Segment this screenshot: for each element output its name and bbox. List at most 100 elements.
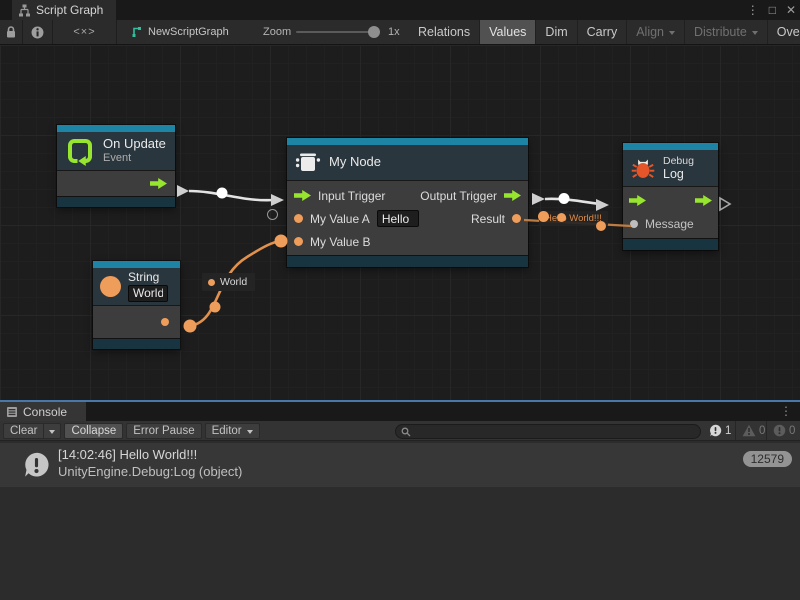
wire-value-text: World (220, 276, 247, 288)
unity-visual-scripting-window: Script Graph ⋮ □ ✕ <×> (0, 0, 800, 600)
node-footer (287, 255, 528, 267)
tab-script-graph[interactable]: Script Graph (12, 0, 116, 20)
collapse-toggle[interactable]: Collapse (64, 423, 123, 439)
zoom-slider-handle[interactable] (368, 26, 380, 38)
flow-output-port[interactable] (695, 195, 712, 206)
distribute-dropdown[interactable]: Distribute (685, 20, 768, 44)
tab-console[interactable]: Console (0, 402, 86, 421)
node-subtitle: Event (103, 152, 166, 165)
wire-onupdate-to-inputtrigger (177, 185, 284, 206)
console-menu-button[interactable]: ⋮ (780, 404, 792, 418)
script-graph-icon (18, 4, 31, 17)
node-title: My Node (329, 155, 381, 170)
values-button[interactable]: Values (480, 20, 536, 44)
window-controls: ⋮ □ ✕ (747, 0, 796, 20)
tab-title: Script Graph (36, 3, 103, 17)
window-more-button[interactable]: ⋮ (747, 3, 759, 17)
info-icon (31, 26, 44, 39)
console-log-entry[interactable]: [14:02:46] Hello World!!! UnityEngine.De… (0, 443, 800, 487)
value-input-port[interactable] (630, 220, 638, 228)
node-my-node[interactable]: My Node Input Trigger Output Trigger My … (287, 138, 528, 267)
search-icon (401, 427, 411, 437)
caret-down-icon (752, 31, 758, 35)
value-flow-dot (557, 213, 566, 222)
clear-button[interactable]: Clear (3, 423, 44, 439)
loop-event-icon (65, 136, 95, 166)
node-string[interactable]: String (93, 261, 180, 349)
zoom-value: 1x (388, 20, 400, 44)
console-tab-bar: Console ⋮ (0, 402, 800, 421)
node-title: Debug (663, 155, 694, 167)
value-dot-icon (208, 279, 215, 286)
graph-toolbar: <×> NewScriptGraph Zoom 1x Relations Val… (0, 20, 800, 45)
node-header: On Update Event (57, 132, 175, 170)
error-count: 0 (789, 425, 795, 437)
unconnected-port-indicator[interactable] (267, 209, 278, 220)
console-search-input[interactable] (411, 425, 691, 439)
code-icon: <×> (73, 26, 95, 38)
graph-asset-icon (130, 26, 142, 38)
info-count: 1 (725, 425, 731, 437)
node-body: Input Trigger Output Trigger My Value A … (287, 180, 528, 255)
warning-count-toggle[interactable]: 0 (735, 421, 766, 440)
node-body (57, 170, 175, 196)
log-message-icon (22, 451, 51, 480)
node-header: My Node (287, 145, 528, 180)
node-footer (57, 196, 175, 207)
node-footer (93, 338, 180, 349)
overview-button[interactable]: Overview (768, 20, 800, 44)
lock-icon (5, 25, 17, 39)
zoom-label: Zoom (263, 20, 291, 44)
node-header: Debug Log (623, 150, 718, 186)
node-title: On Update (103, 137, 166, 152)
value-a-input[interactable] (377, 210, 419, 227)
node-footer (623, 238, 718, 250)
editor-dropdown[interactable]: Editor (205, 423, 260, 439)
relations-button[interactable]: Relations (409, 20, 480, 44)
value-output-port[interactable] (161, 318, 169, 326)
node-header: String (93, 268, 180, 305)
log-collapse-count-badge: 12579 (743, 451, 792, 467)
string-value-input[interactable] (128, 285, 168, 302)
wire-value-text: Hello World!!! (545, 213, 602, 224)
zoom-slider-track[interactable] (296, 31, 376, 33)
value-input-port[interactable] (294, 237, 303, 246)
flow-output-port[interactable] (150, 178, 167, 189)
window-maximize-button[interactable]: □ (769, 3, 776, 17)
port-label: Message (645, 217, 694, 231)
wire-value-chip-world: World (202, 273, 255, 291)
node-body: Message (623, 186, 718, 238)
console-search-box[interactable] (395, 424, 701, 439)
log-line-2: UnityEngine.Debug:Log (object) (58, 464, 242, 479)
value-input-port[interactable] (294, 214, 303, 223)
port-row: My Value A Result (287, 207, 528, 230)
info-count-toggle[interactable]: 1 (703, 421, 735, 440)
port-label: Output Trigger (420, 189, 497, 203)
code-preview-button[interactable]: <×> (53, 20, 117, 44)
graph-canvas[interactable]: On Update Event String (0, 45, 800, 400)
node-on-update[interactable]: On Update Event (57, 125, 175, 207)
carry-button[interactable]: Carry (578, 20, 628, 44)
flow-output-port[interactable] (504, 190, 521, 201)
dim-button[interactable]: Dim (536, 20, 577, 44)
flow-input-port[interactable] (629, 195, 646, 206)
node-accent-bar (57, 125, 175, 132)
graph-breadcrumb[interactable]: NewScriptGraph (130, 20, 229, 44)
error-count-toggle[interactable]: 0 (766, 421, 800, 440)
clear-dropdown[interactable] (44, 423, 61, 439)
port-label: Input Trigger (318, 189, 385, 203)
flow-input-port[interactable] (294, 190, 311, 201)
console-icon (6, 406, 18, 418)
error-pause-toggle[interactable]: Error Pause (126, 423, 201, 439)
window-close-button[interactable]: ✕ (786, 3, 796, 17)
warning-count: 0 (759, 425, 765, 437)
lock-button[interactable] (0, 20, 23, 44)
bug-icon (630, 155, 656, 181)
flow-continue-indicator (718, 196, 732, 212)
node-debug-log[interactable]: Debug Log Message (623, 143, 718, 250)
wire-outputtrigger-to-debug (532, 193, 609, 211)
info-button[interactable] (23, 20, 53, 44)
align-dropdown[interactable]: Align (627, 20, 685, 44)
node-accent-bar (287, 138, 528, 145)
value-output-port[interactable] (512, 214, 521, 223)
